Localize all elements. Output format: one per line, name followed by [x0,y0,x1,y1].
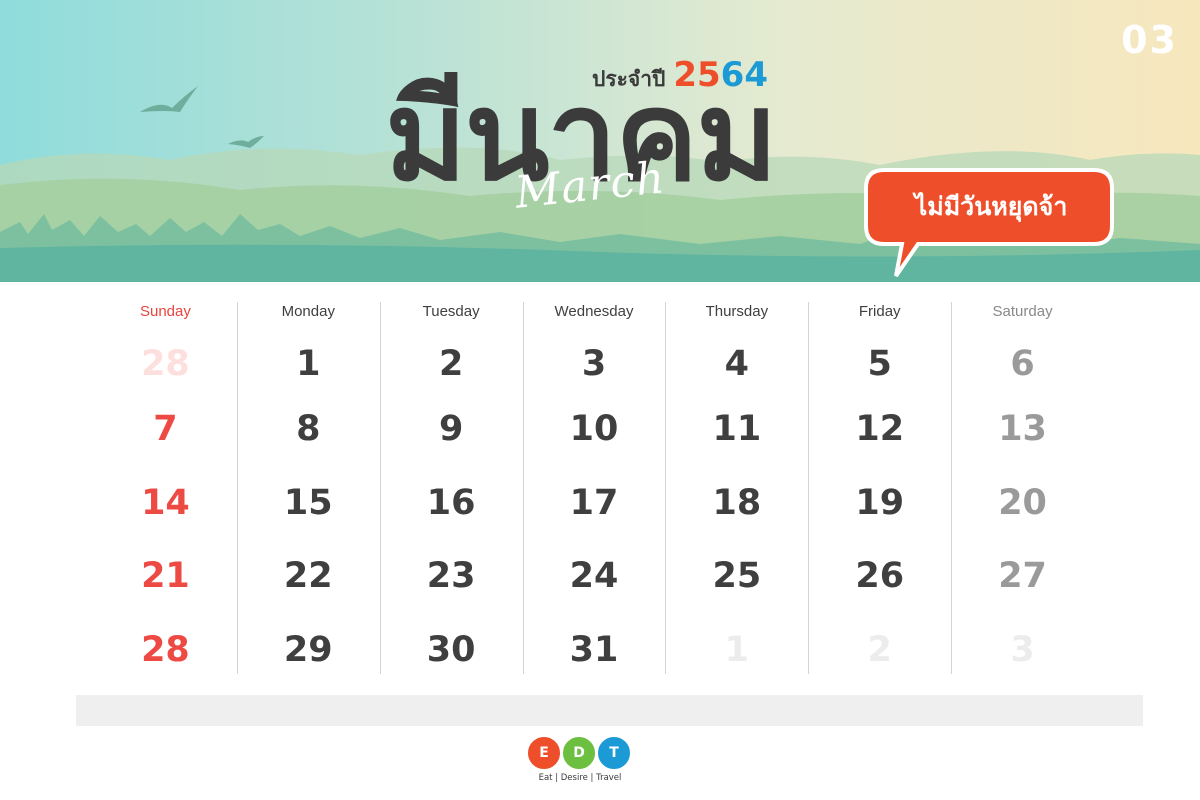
date-cell: 18 [712,482,762,523]
date-cell: 12 [855,409,905,449]
weekday-label: Sunday [139,303,191,320]
date-cell: 8 [296,409,321,449]
month-number: 03 [1121,18,1178,62]
date-cell: 9 [438,409,464,449]
date-cell: 5 [867,344,892,384]
date-cell-outside-month: 1 [724,629,750,670]
date-cell-outside-month: 2 [867,629,892,670]
date-cell: 7 [153,409,178,449]
logo-circle-e: E [528,737,560,769]
notes-bar [76,695,1143,726]
day-column: Tuesday 2 9 16 23 30 [379,300,523,676]
header-banner: 03 ประจำปี 25 64 มีนาคม March ไม่มีวันหย… [0,0,1200,282]
edt-logo: E D T Eat | Desire | Travel [528,737,632,787]
date-cell: 28 [141,629,190,670]
date-cell: 1 [296,344,321,384]
date-cell: 24 [569,556,619,596]
day-column: Wednesday 3 10 17 24 31 [522,300,666,676]
logo-letter-t: T [609,745,619,761]
weekday-label: Thursday [705,303,769,320]
date-cell: 29 [283,629,333,670]
date-cell: 19 [855,482,905,523]
bird-1 [140,86,198,112]
date-cell: 17 [569,482,619,523]
day-column: Monday 1 8 15 22 29 [236,300,380,676]
date-cell: 26 [855,556,905,596]
day-column: Thursday 4 11 18 25 1 [665,300,808,676]
date-cell: 14 [141,482,190,523]
date-cell: 2 [438,344,464,384]
weekday-label: Monday [281,303,335,320]
date-cell: 13 [998,409,1047,449]
date-cell: 11 [712,409,762,449]
date-cell: 27 [998,556,1047,596]
logo-circle-t: T [598,737,630,769]
date-cell: 10 [569,409,619,449]
weekday-label: Wednesday [554,303,634,320]
date-cell: 23 [426,556,476,596]
date-cell: 20 [998,482,1047,523]
date-cell: 3 [581,344,607,384]
date-cell: 30 [426,629,476,670]
date-cell: 31 [569,629,619,670]
day-column: Sunday 28 7 14 21 28 [94,300,237,676]
date-cell: 25 [712,556,762,596]
logo-circles: E D T [528,737,630,769]
date-cell: 16 [426,482,476,523]
date-cell: 21 [141,556,190,596]
day-column: Saturday 6 13 20 27 3 [951,300,1094,676]
day-column: Friday 5 12 19 26 2 [808,300,951,676]
weekday-label: Friday [858,303,901,320]
date-cell: 6 [1010,344,1035,384]
date-cell: 4 [724,344,750,384]
holiday-note: ไม่มีวันหยุดจ้า [914,192,1068,221]
weekday-label: Saturday [992,303,1053,320]
bird-2 [228,136,264,148]
date-cell-outside-month: 28 [141,344,190,384]
logo-tagline: Eat | Desire | Travel [538,773,622,783]
logo-letter-e: E [539,745,549,761]
logo-letter-d: D [573,745,585,761]
logo-circle-d: D [563,737,595,769]
date-cell-outside-month: 3 [1010,629,1035,670]
date-cell: 15 [283,482,333,523]
date-cell: 22 [283,556,333,596]
calendar-grid: Sunday 28 7 14 21 28 Monday 1 8 15 22 29 Tuesday 2 9 16… [94,300,1094,676]
weekday-label: Tuesday [422,303,480,320]
